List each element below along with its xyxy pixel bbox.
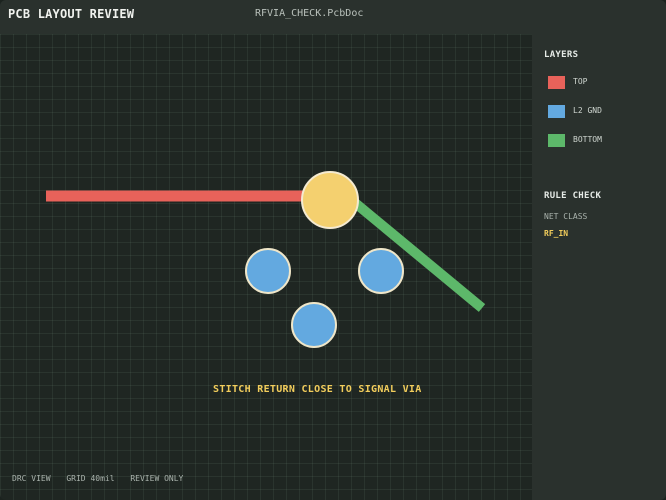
status-bar: DRC VIEW GRID 40mil REVIEW ONLY xyxy=(12,474,194,483)
status-grid: GRID 40mil xyxy=(66,474,115,483)
layer-swatch-top xyxy=(548,76,565,89)
pcb-board[interactable] xyxy=(0,34,532,500)
layer-label-l2-gnd: L2 GND xyxy=(573,106,602,115)
title-bar: PCB LAYOUT REVIEW RFVIA_CHECK.PcbDoc xyxy=(0,0,666,34)
layer-label-top: TOP xyxy=(573,77,588,86)
net-class-value[interactable]: RF_IN xyxy=(544,229,568,238)
ground-stitch-via-bottom[interactable] xyxy=(291,302,337,348)
document-tab[interactable]: RFVIA_CHECK.PcbDoc xyxy=(255,8,363,19)
ground-stitch-via-left[interactable] xyxy=(245,248,291,294)
layer-swatch-l2-gnd xyxy=(548,105,565,118)
status-mode: DRC VIEW xyxy=(12,474,51,483)
side-panel: LAYERS TOP L2 GND BOTTOM RULE CHECK NET … xyxy=(532,34,666,500)
rule-check-heading: RULE CHECK xyxy=(544,191,602,201)
status-access: REVIEW ONLY xyxy=(130,474,184,483)
app-window: PCB LAYOUT REVIEW RFVIA_CHECK.PcbDoc STI… xyxy=(0,0,666,500)
pcb-canvas[interactable]: STITCH RETURN CLOSE TO SIGNAL VIA DRC VI… xyxy=(0,34,532,500)
app-title: PCB LAYOUT REVIEW xyxy=(8,7,135,21)
layer-swatch-bottom xyxy=(548,134,565,147)
layers-heading: LAYERS xyxy=(544,50,579,60)
layer-label-bottom: BOTTOM xyxy=(573,135,602,144)
ground-stitch-via-right[interactable] xyxy=(358,248,404,294)
review-annotation: STITCH RETURN CLOSE TO SIGNAL VIA xyxy=(213,384,422,395)
signal-via[interactable] xyxy=(301,171,359,229)
net-class-label: NET CLASS xyxy=(544,212,588,221)
